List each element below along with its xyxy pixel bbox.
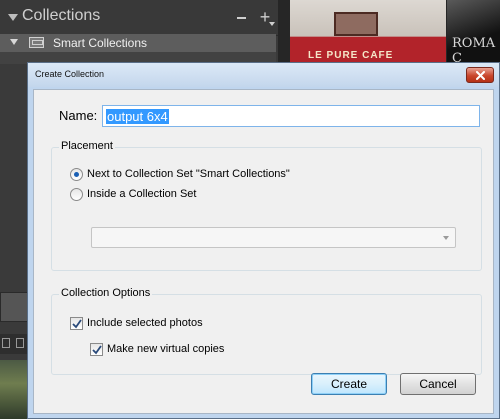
placement-legend: Placement (59, 140, 115, 152)
panel-button-partial[interactable] (0, 292, 30, 322)
view-mode-icons[interactable] (0, 334, 30, 354)
view-mode-icon[interactable] (2, 338, 10, 348)
add-menu-caret-icon[interactable] (269, 22, 275, 26)
inside-set-radio[interactable] (70, 188, 83, 201)
collection-options-legend: Collection Options (59, 287, 153, 299)
collection-set-dropdown[interactable] (91, 227, 456, 248)
collection-options-group: Collection Options Include selected phot… (51, 287, 482, 375)
chevron-down-icon (443, 236, 449, 240)
remove-collection-icon[interactable] (237, 17, 246, 19)
checkmark-icon (92, 345, 102, 355)
collections-panel-title: Collections (22, 7, 101, 24)
name-label: Name: (59, 108, 98, 123)
create-collection-dialog: Create Collection Name: output 6x4 Place… (27, 62, 500, 419)
create-button[interactable]: Create (311, 373, 387, 395)
photo-detail (334, 12, 378, 36)
smart-collection-set-icon (29, 37, 44, 48)
include-selected-photos-checkbox[interactable] (70, 317, 83, 330)
make-virtual-copies-checkbox[interactable] (90, 343, 103, 356)
checkmark-icon (72, 319, 82, 329)
close-button[interactable] (466, 67, 494, 83)
collections-panel-header[interactable]: Collections + (0, 0, 278, 36)
cancel-button[interactable]: Cancel (400, 373, 476, 395)
view-mode-icon[interactable] (16, 338, 24, 348)
close-icon (476, 71, 485, 80)
collapse-triangle-icon[interactable] (8, 14, 18, 21)
smart-collections-label[interactable]: Smart Collections (53, 36, 147, 50)
include-selected-photos-label[interactable]: Include selected photos (87, 317, 203, 329)
name-input[interactable]: output 6x4 (102, 105, 480, 127)
placement-group: Placement Next to Collection Set "Smart … (51, 140, 482, 271)
dialog-title: Create Collection (35, 69, 105, 79)
dialog-titlebar[interactable]: Create Collection (28, 63, 499, 87)
expand-triangle-icon[interactable] (10, 39, 18, 45)
next-to-set-radio[interactable] (70, 168, 83, 181)
make-virtual-copies-label[interactable]: Make new virtual copies (107, 343, 224, 355)
photo-sign-text: LE PURE CAFE (308, 50, 394, 61)
filmstrip-thumbnail[interactable] (0, 360, 30, 419)
dialog-body: Name: output 6x4 Placement Next to Colle… (33, 89, 494, 414)
name-input-value: output 6x4 (106, 109, 169, 124)
next-to-set-label[interactable]: Next to Collection Set "Smart Collection… (87, 168, 290, 180)
inside-set-label[interactable]: Inside a Collection Set (87, 188, 196, 200)
